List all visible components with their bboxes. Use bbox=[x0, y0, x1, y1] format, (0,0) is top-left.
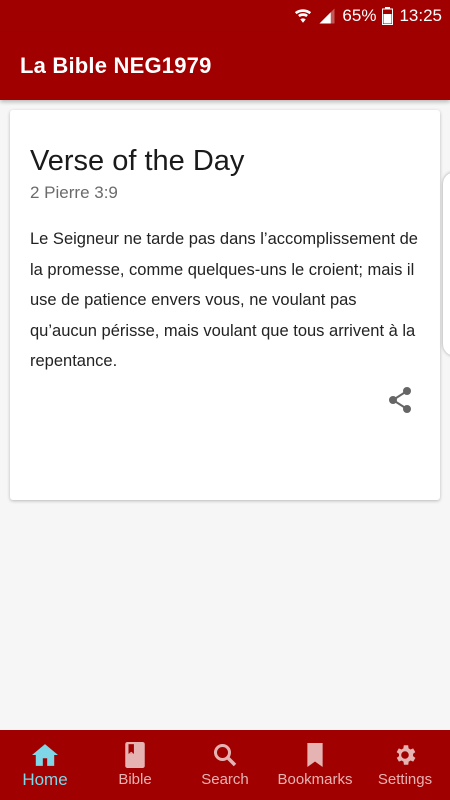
nav-search[interactable]: Search bbox=[180, 730, 270, 800]
home-content[interactable]: Verse of the Day 2 Pierre 3:9 Le Seigneu… bbox=[0, 100, 450, 730]
clock: 13:25 bbox=[399, 6, 442, 25]
nav-home[interactable]: Home bbox=[0, 730, 90, 800]
nav-settings[interactable]: Settings bbox=[360, 730, 450, 800]
battery-icon bbox=[382, 7, 394, 25]
bottom-navigation: Home Bible Search Bookmarks Settings bbox=[0, 730, 450, 800]
share-icon[interactable] bbox=[387, 386, 413, 419]
next-card-peek[interactable] bbox=[443, 172, 450, 356]
bookmark-icon bbox=[306, 742, 324, 768]
nav-label-bookmarks: Bookmarks bbox=[277, 771, 353, 788]
nav-bible[interactable]: Bible bbox=[90, 730, 180, 800]
verse-text: Le Seigneur ne tarde pas dans l’accompli… bbox=[30, 230, 418, 370]
verse-reference: 2 Pierre 3:9 bbox=[30, 183, 118, 202]
signal-icon bbox=[318, 7, 336, 25]
card-title: Verse of the Day bbox=[30, 145, 245, 177]
search-icon bbox=[213, 742, 237, 768]
verse-of-the-day-card[interactable]: Verse of the Day 2 Pierre 3:9 Le Seigneu… bbox=[10, 110, 440, 500]
wifi-icon bbox=[294, 7, 312, 25]
book-icon bbox=[124, 742, 146, 768]
nav-label-search: Search bbox=[201, 771, 249, 788]
battery-percent: 65% bbox=[342, 6, 377, 25]
nav-label-settings: Settings bbox=[377, 771, 433, 788]
share-button[interactable] bbox=[384, 386, 416, 418]
gear-icon bbox=[392, 742, 418, 768]
nav-bookmarks[interactable]: Bookmarks bbox=[270, 730, 360, 800]
app-bar: La Bible NEG1979 bbox=[0, 32, 450, 100]
home-icon bbox=[32, 742, 58, 768]
nav-label-home: Home bbox=[22, 770, 68, 789]
app-title: La Bible NEG1979 bbox=[20, 53, 212, 78]
status-bar: 65% 13:25 bbox=[0, 0, 450, 32]
nav-label-bible: Bible bbox=[118, 771, 152, 788]
